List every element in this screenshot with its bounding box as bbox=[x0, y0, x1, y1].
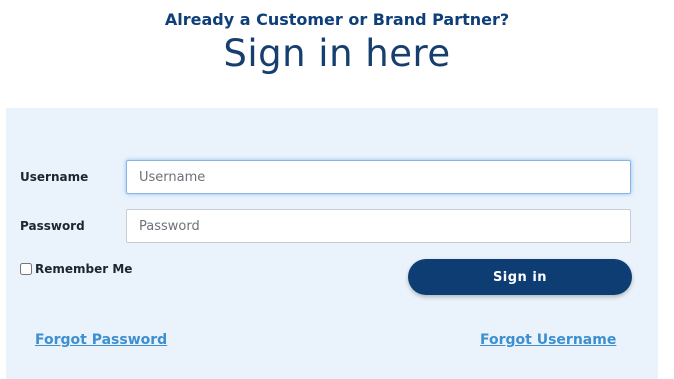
remember-me-label: Remember Me bbox=[35, 262, 133, 276]
forgot-username-link[interactable]: Forgot Username bbox=[480, 332, 616, 348]
sign-in-button[interactable]: Sign in bbox=[408, 259, 632, 295]
forgot-password-link[interactable]: Forgot Password bbox=[35, 332, 167, 348]
sign-in-page: Already a Customer or Brand Partner? Sig… bbox=[0, 0, 674, 379]
password-input[interactable] bbox=[126, 209, 631, 243]
remember-me-option[interactable]: Remember Me bbox=[20, 262, 132, 276]
password-label: Password bbox=[20, 219, 85, 233]
customer-prompt-heading: Already a Customer or Brand Partner? bbox=[164, 10, 510, 29]
remember-me-checkbox[interactable] bbox=[20, 263, 32, 275]
username-label: Username bbox=[20, 170, 89, 184]
page-title: Sign in here bbox=[223, 32, 451, 75]
username-input[interactable] bbox=[126, 160, 631, 194]
